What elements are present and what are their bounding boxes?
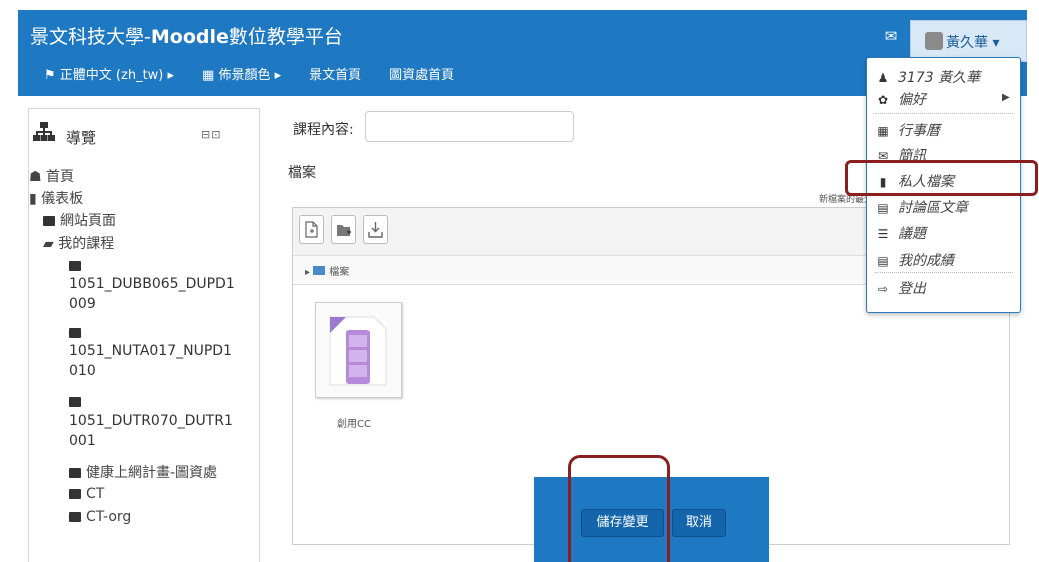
navigation-title: 導覽 (66, 129, 97, 147)
dock-block-icon[interactable]: ⊟⊡ (201, 128, 221, 141)
grid-icon: ▦ (202, 68, 219, 83)
user-name: 黃久華 (946, 35, 988, 51)
nav-item-home[interactable]: ☗ 首頁 (29, 166, 74, 186)
list-icon: ☰ (877, 227, 889, 241)
nav-item-dashboard[interactable]: ▮ 儀表板 (29, 188, 83, 208)
nav-item-site-pages[interactable]: 網站頁面 (43, 210, 116, 230)
cancel-button[interactable]: 取消 (672, 509, 726, 537)
nav-item-my-courses[interactable]: ▰ 我的課程 (43, 233, 114, 253)
theme-color-menu[interactable]: ▦ 佈景顏色 ▸ (202, 64, 281, 83)
navigation-header: 導覽 ⊟⊡ (29, 122, 261, 147)
nav-item-ct-org[interactable]: CT-org (69, 509, 131, 525)
file-name[interactable]: 創用CC (337, 415, 371, 430)
nav-course-3[interactable]: 1051_DUTR070_DUTR1 001 (69, 411, 233, 451)
folder-icon (69, 468, 81, 478)
highlight-save-button (568, 455, 670, 562)
folder-icon (69, 325, 86, 341)
folder-icon (43, 216, 55, 226)
nav-item-health[interactable]: 健康上網計畫-圖資處 (69, 462, 217, 482)
flag-icon: ⚑ (44, 68, 60, 83)
table-icon: ▤ (877, 254, 889, 268)
folder-icon (69, 489, 81, 499)
gear-icon: ✿ (877, 93, 889, 107)
highlight-private-files (845, 160, 1038, 196)
files-label: 檔案 (288, 165, 316, 181)
sign-out-icon: ⇨ (877, 282, 889, 296)
nav-course-1[interactable]: 1051_DUBB065_DUPD1 009 (69, 274, 235, 314)
folder-icon (69, 394, 86, 410)
menu-item-calendar[interactable]: ▦ 行事曆 (877, 120, 940, 140)
messages-icon[interactable]: ✉ (880, 27, 902, 45)
folder-icon (313, 266, 326, 275)
home-icon: ☗ (29, 169, 47, 185)
folder-open-icon: ▰ (43, 236, 59, 252)
menu-item-forum-posts[interactable]: ▤ 討論區文章 (877, 197, 968, 217)
user-icon: ♟ (877, 71, 889, 85)
avatar (925, 32, 943, 50)
menu-divider (875, 113, 1013, 114)
submenu-arrow-icon: ▶ (1002, 92, 1010, 103)
custom-menu: ⚑ 正體中文 (zh_tw) ▸ ▦ 佈景顏色 ▸ 景文首頁 圖資處首頁 (44, 64, 454, 83)
calendar-icon: ▦ (877, 124, 889, 138)
folder-icon (69, 258, 86, 274)
add-file-button[interactable] (299, 215, 324, 244)
course-content-input[interactable] (365, 111, 574, 142)
menu-item-logout[interactable]: ⇨ 登出 (877, 278, 926, 298)
sitemap-icon (33, 122, 55, 141)
user-menu-button[interactable]: 黃久華 ▾ (910, 20, 1027, 62)
document-icon (329, 316, 387, 386)
file-thumbnail[interactable] (315, 302, 402, 398)
download-all-button[interactable] (363, 215, 388, 244)
expand-arrow-icon[interactable]: ▸ (305, 267, 313, 278)
create-folder-button[interactable] (331, 215, 356, 244)
language-menu[interactable]: ⚑ 正體中文 (zh_tw) ▸ (44, 64, 174, 83)
caret-down-icon: ▾ (992, 35, 1000, 51)
site-title[interactable]: 景文科技大學-Moodle數位教學平台 (30, 22, 343, 49)
nav-item-ct[interactable]: CT (69, 486, 104, 502)
add-file-icon (305, 221, 318, 238)
download-icon (368, 222, 383, 238)
course-content-label: 課程內容: (293, 122, 354, 138)
menu-item-discussions[interactable]: ☰ 議題 (877, 223, 926, 243)
file-icon: ▮ (29, 191, 42, 207)
menu-item-grades[interactable]: ▤ 我的成績 (877, 250, 954, 270)
path-folder-label[interactable]: 檔案 (329, 267, 349, 278)
menu-item-preferences[interactable]: ✿ 偏好 ▶ (877, 89, 1010, 109)
jinwen-home-link[interactable]: 景文首頁 (309, 64, 361, 83)
navigation-block: 導覽 ⊟⊡ ☗ 首頁 ▮ 儀表板 網站頁面 ▰ 我的課程 1051_DUBB06… (28, 108, 260, 562)
nav-course-2[interactable]: 1051_NUTA017_NUPD1 010 (69, 341, 232, 381)
folder-icon (69, 512, 81, 522)
menu-divider (875, 272, 1013, 273)
library-home-link[interactable]: 圖資處首頁 (389, 64, 454, 83)
dropdown-user-line[interactable]: ♟ 3173 黃久華 (877, 67, 980, 87)
create-folder-icon (337, 225, 351, 236)
list-alt-icon: ▤ (877, 201, 889, 215)
